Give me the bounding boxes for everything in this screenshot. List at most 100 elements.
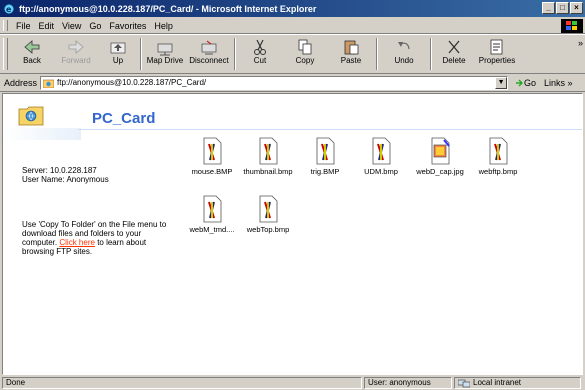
cut-label: Cut: [253, 56, 267, 65]
ftp-folder-icon: [43, 79, 55, 88]
disconnect-label: Disconnect: [189, 56, 229, 65]
copy-icon: [298, 39, 312, 55]
paste-button[interactable]: Paste: [328, 35, 374, 71]
status-zone: Local intranet: [454, 377, 581, 389]
file-item[interactable]: webftp.bmp: [469, 136, 527, 176]
file-item[interactable]: webD_cap.jpg: [411, 136, 469, 176]
internet-explorer-icon: e: [3, 3, 15, 14]
address-dropdown-button[interactable]: ▼: [495, 76, 508, 89]
go-arrow-icon: [516, 79, 524, 86]
menu-view[interactable]: View: [58, 21, 85, 31]
back-label: Back: [23, 56, 41, 65]
map-drive-icon: [157, 43, 173, 56]
standard-toolbar: Back Forward Up Map Drive Disconnect Cut…: [0, 34, 585, 74]
svg-text:e: e: [6, 5, 12, 14]
file-name: webTop.bmp: [246, 225, 290, 234]
address-input[interactable]: ftp://anonymous@10.0.228.187/PC_Card/ ▼: [40, 75, 509, 90]
click-here-link[interactable]: Click here: [59, 238, 95, 247]
properties-icon: [490, 39, 503, 55]
ftp-folder-icon: [18, 106, 44, 126]
window-title: ftp://anonymous@10.0.228.187/PC_Card/ - …: [19, 3, 317, 14]
title-bar: e ftp://anonymous@10.0.228.187/PC_Card/ …: [0, 0, 585, 17]
help-text: Use 'Copy To Folder' on the File menu to…: [22, 220, 172, 256]
back-button[interactable]: Back: [10, 35, 54, 71]
file-name: webD_cap.jpg: [416, 167, 464, 176]
cut-button[interactable]: Cut: [238, 35, 282, 71]
bmp-file-icon: [316, 137, 335, 165]
menu-bar: File Edit View Go Favorites Help: [0, 18, 585, 34]
go-label: Go: [524, 77, 537, 88]
map-drive-button[interactable]: Map Drive: [144, 35, 186, 71]
folder-heading: PC_Card: [92, 110, 156, 127]
menu-grip[interactable]: [3, 20, 8, 31]
status-text: Done: [2, 377, 362, 389]
maximize-button[interactable]: □: [556, 2, 569, 14]
properties-button[interactable]: Properties: [474, 35, 520, 71]
properties-label: Properties: [478, 56, 516, 65]
user-name: User Name: Anonymous: [22, 175, 109, 184]
server-info: Server: 10.0.228.187 User Name: Anonymou…: [22, 166, 109, 184]
file-name: webM_tmd....: [189, 225, 235, 234]
delete-icon: [448, 40, 460, 54]
file-item[interactable]: mouse.BMP: [183, 136, 241, 176]
forward-label: Forward: [61, 56, 91, 65]
file-item[interactable]: webTop.bmp: [239, 194, 297, 234]
toolbar-grip[interactable]: [3, 38, 8, 70]
delete-button[interactable]: Delete: [434, 35, 474, 71]
close-button[interactable]: ×: [570, 2, 583, 14]
file-item[interactable]: UDM.bmp: [352, 136, 410, 176]
cut-icon: [254, 39, 266, 55]
paste-icon: [344, 40, 359, 55]
folder-view: PC_Card Server: 10.0.228.187 User Name: …: [2, 93, 583, 375]
up-button[interactable]: Up: [98, 35, 138, 71]
status-zone-label: Local intranet: [473, 378, 522, 387]
jpg-file-icon: [431, 137, 450, 165]
copy-button[interactable]: Copy: [282, 35, 328, 71]
status-bar: Done User: anonymous Local intranet: [0, 376, 585, 390]
undo-button[interactable]: Undo: [380, 35, 428, 71]
window-controls: _ □ ×: [542, 2, 583, 14]
toolbar-overflow-button[interactable]: »: [578, 38, 583, 48]
menu-help[interactable]: Help: [150, 21, 177, 31]
links-button[interactable]: Links »: [544, 78, 573, 88]
bmp-file-icon: [259, 195, 278, 223]
menu-edit[interactable]: Edit: [35, 21, 59, 31]
file-item[interactable]: thumbnail.bmp: [239, 136, 297, 176]
forward-arrow-icon: [68, 40, 84, 54]
bmp-file-icon: [372, 137, 391, 165]
delete-label: Delete: [442, 56, 466, 65]
toolbar-separator: [140, 38, 142, 70]
windows-logo-icon: [561, 19, 583, 33]
file-name: webftp.bmp: [478, 167, 518, 176]
file-name: thumbnail.bmp: [243, 167, 293, 176]
menu-go[interactable]: Go: [85, 21, 105, 31]
undo-icon: [398, 42, 410, 50]
local-intranet-icon: [458, 379, 470, 387]
bmp-file-icon: [203, 137, 222, 165]
map-drive-label: Map Drive: [146, 56, 184, 65]
file-name: UDM.bmp: [364, 167, 398, 176]
header-divider: [78, 129, 582, 130]
file-name: mouse.BMP: [191, 167, 233, 176]
up-folder-icon: [110, 42, 126, 54]
menu-favorites[interactable]: Favorites: [105, 21, 150, 31]
copy-label: Copy: [295, 56, 315, 65]
bmp-file-icon: [259, 137, 278, 165]
file-item[interactable]: trig.BMP: [296, 136, 354, 176]
bmp-file-icon: [203, 195, 222, 223]
go-button[interactable]: Go: [514, 78, 536, 88]
minimize-button[interactable]: _: [542, 2, 555, 14]
header-accent: [3, 128, 81, 140]
bmp-file-icon: [489, 137, 508, 165]
paste-label: Paste: [340, 56, 362, 65]
back-arrow-icon: [24, 40, 40, 54]
up-label: Up: [112, 56, 124, 65]
toolbar-separator: [234, 38, 236, 70]
forward-button[interactable]: Forward: [54, 35, 98, 71]
disconnect-button[interactable]: Disconnect: [186, 35, 232, 71]
file-item[interactable]: webM_tmd....: [183, 194, 241, 234]
address-value: ftp://anonymous@10.0.228.187/PC_Card/: [57, 78, 207, 87]
menu-file[interactable]: File: [12, 21, 35, 31]
address-label: Address: [4, 77, 38, 88]
address-bar: Address ftp://anonymous@10.0.228.187/PC_…: [0, 74, 585, 92]
